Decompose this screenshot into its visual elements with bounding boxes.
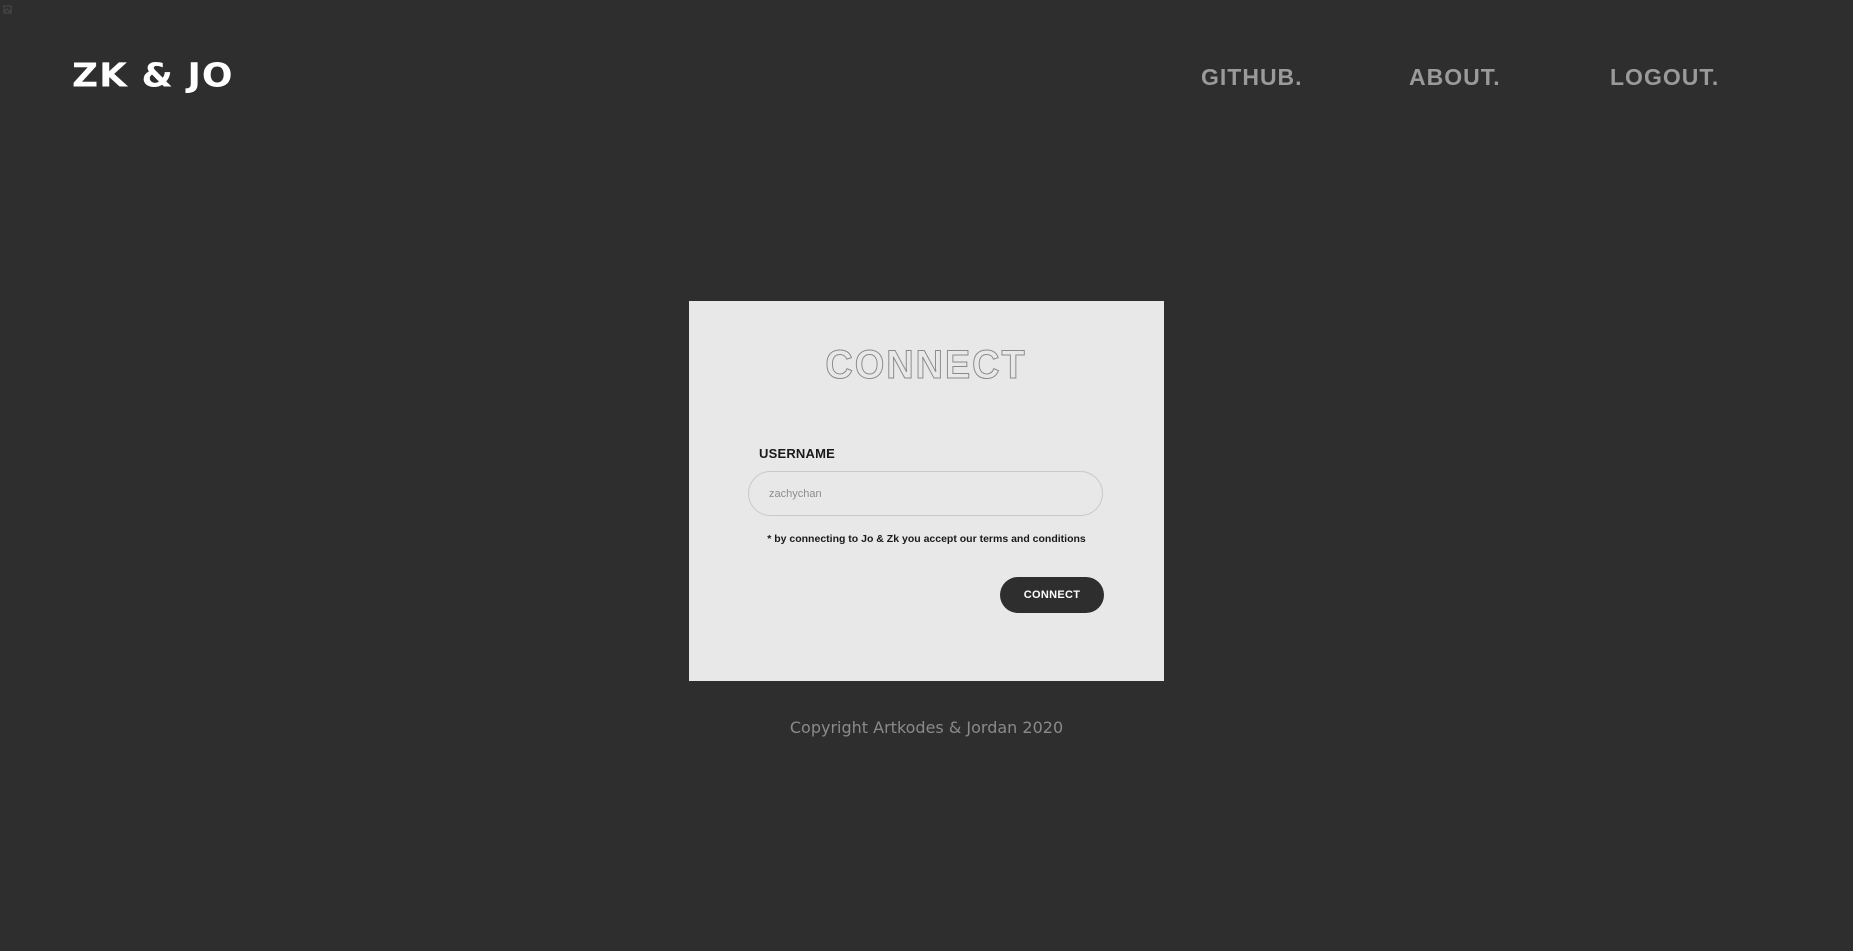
main-nav: GITHUB. ABOUT. LOGOUT. (0, 62, 1853, 92)
card-title-wrapper: CONNECT (689, 336, 1164, 388)
username-label: USERNAME (759, 446, 835, 461)
nav-link-logout[interactable]: LOGOUT. (1610, 62, 1719, 92)
footer-copyright: Copyright Artkodes & Jordan 2020 (789, 718, 1064, 737)
connect-card: CONNECT USERNAME * by connecting to Jo &… (689, 301, 1164, 681)
connect-button[interactable]: CONNECT (1000, 577, 1104, 613)
username-input[interactable] (748, 471, 1103, 516)
nav-link-github[interactable]: GITHUB. (1201, 62, 1303, 92)
nav-link-about[interactable]: ABOUT. (1409, 62, 1501, 92)
broken-image-icon (3, 5, 12, 14)
card-title-text: CONNECT (825, 343, 1026, 386)
terms-notice: * by connecting to Jo & Zk you accept ou… (767, 533, 1086, 545)
card-title: CONNECT (825, 343, 1026, 388)
page: ZK & JO GITHUB. ABOUT. LOGOUT. CONNECT U… (0, 0, 1853, 951)
